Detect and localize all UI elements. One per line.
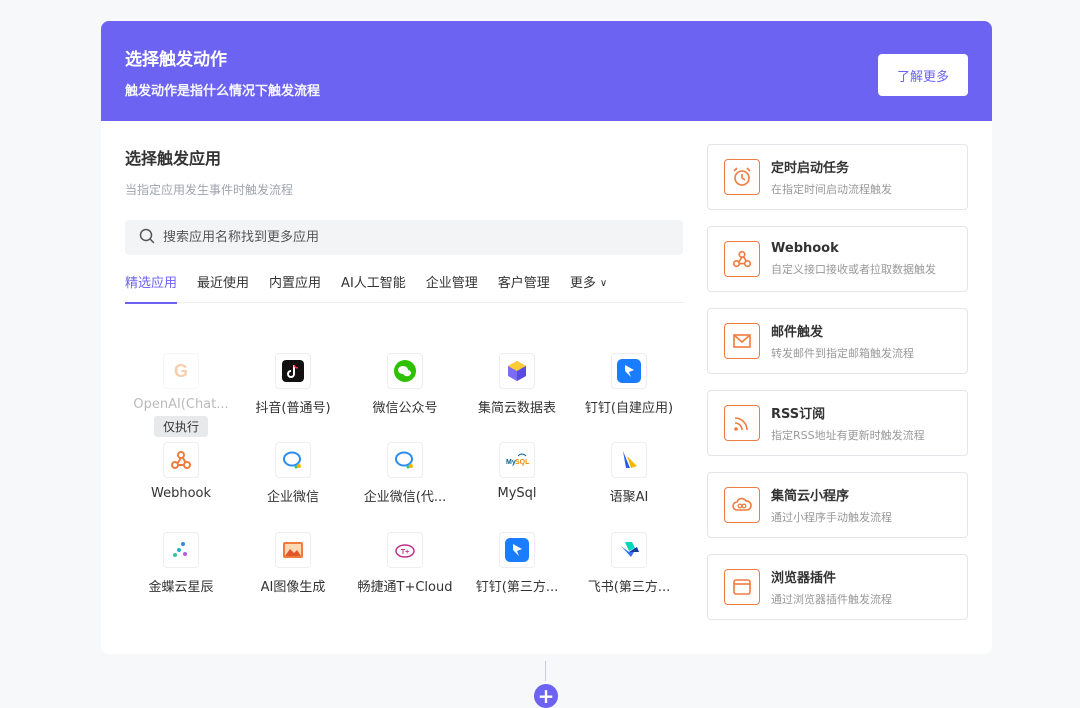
app-chanjet[interactable]: T+ 畅捷通T+Cloud: [349, 532, 461, 595]
banner-subtitle: 触发动作是指什么情况下触发流程: [125, 84, 321, 99]
dingtalk-icon: [499, 532, 535, 568]
yuju-ai-icon: [611, 442, 647, 478]
browser-icon: [724, 569, 760, 605]
app-ai-image[interactable]: AI图像生成: [237, 532, 349, 595]
app-wecom-agent[interactable]: 企业微信(代...: [349, 442, 461, 505]
tab-ai[interactable]: AI人工智能: [341, 273, 406, 303]
learn-more-button[interactable]: 了解更多: [878, 54, 968, 96]
trigger-email[interactable]: 邮件触发 转发邮件到指定邮箱触发流程: [707, 308, 968, 374]
banner: 选择触发动作 触发动作是指什么情况下触发流程 了解更多: [101, 21, 992, 121]
add-step-button[interactable]: +: [534, 684, 558, 708]
tab-featured[interactable]: 精选应用: [125, 273, 178, 304]
tab-recent[interactable]: 最近使用: [197, 273, 249, 303]
app-feishu-thirdparty[interactable]: 飞书(第三方...: [573, 532, 685, 595]
feishu-icon: [611, 532, 647, 568]
app-kingdee[interactable]: 金蝶云星辰: [125, 532, 237, 595]
chanjet-icon: T+: [387, 532, 423, 568]
builtin-triggers-panel: 定时启动任务 在指定时间启动流程触发 Webhook 自定义接口接收或者拉取数据…: [707, 144, 968, 636]
app-mysql[interactable]: My SQL MySql: [461, 442, 573, 501]
trigger-browser-extension[interactable]: 浏览器插件 通过浏览器插件触发流程: [707, 554, 968, 620]
trigger-mini-program[interactable]: 集简云小程序 通过小程序手动触发流程: [707, 472, 968, 538]
trigger-scheduled-task[interactable]: 定时启动任务 在指定时间启动流程触发: [707, 144, 968, 210]
cloud-icon: [724, 487, 760, 523]
mysql-icon: My SQL: [499, 442, 535, 478]
apps-section-title: 选择触发应用: [125, 149, 222, 168]
wechat-icon: [387, 353, 423, 389]
tab-customer[interactable]: 客户管理: [498, 273, 550, 303]
mail-icon: [724, 323, 760, 359]
svg-text:SQL: SQL: [515, 459, 530, 466]
wecom-icon: [275, 442, 311, 478]
openai-g-icon: G: [163, 353, 199, 389]
dingtalk-icon: [611, 353, 647, 389]
apps-panel: 选择触发应用 当指定应用发生事件时触发流程 精选应用 最近使用 内置应用 AI人…: [125, 145, 685, 595]
svg-text:G: G: [174, 361, 188, 381]
rss-icon: [724, 405, 760, 441]
tab-more[interactable]: 更多 ∨: [570, 273, 607, 303]
tab-builtin[interactable]: 内置应用: [269, 273, 321, 303]
app-jijianyun-table[interactable]: 集简云数据表: [461, 353, 573, 416]
app-dingtalk-selfbuilt[interactable]: 钉钉(自建应用): [573, 353, 685, 416]
douyin-icon: [275, 353, 311, 389]
kingdee-icon: [163, 532, 199, 568]
flow-connector-line: [545, 661, 546, 681]
plus-icon: +: [537, 684, 555, 708]
app-webhook[interactable]: Webhook: [125, 442, 237, 501]
app-category-tabs: 精选应用 最近使用 内置应用 AI人工智能 企业管理 客户管理 更多 ∨: [125, 273, 685, 304]
execute-only-badge: 仅执行: [153, 416, 208, 437]
chevron-down-icon: ∨: [599, 278, 608, 289]
webhook-icon: [163, 442, 199, 478]
trigger-webhook[interactable]: Webhook 自定义接口接收或者拉取数据触发: [707, 226, 968, 292]
trigger-selection-card: 选择触发动作 触发动作是指什么情况下触发流程 了解更多 选择触发应用 当指定应用…: [101, 21, 992, 654]
webhook-icon: [724, 241, 760, 277]
app-search-input[interactable]: [163, 230, 643, 245]
apps-section-subtitle: 当指定应用发生事件时触发流程: [125, 183, 294, 197]
app-search-box[interactable]: [125, 220, 683, 255]
trigger-rss[interactable]: RSS订阅 指定RSS地址有更新时触发流程: [707, 390, 968, 456]
app-yuju-ai[interactable]: 语聚AI: [573, 442, 685, 505]
wecom-icon: [387, 442, 423, 478]
app-wecom[interactable]: 企业微信: [237, 442, 349, 505]
svg-text:T+: T+: [401, 549, 409, 556]
search-icon: [139, 228, 155, 248]
app-wechat-official[interactable]: 微信公众号: [349, 353, 461, 416]
app-douyin[interactable]: 抖音(普通号): [237, 353, 349, 416]
banner-title: 选择触发动作: [125, 50, 227, 70]
app-openai[interactable]: G OpenAI(Chat... 仅执行: [125, 353, 237, 437]
ai-image-icon: [275, 532, 311, 568]
app-dingtalk-thirdparty[interactable]: 钉钉(第三方...: [461, 532, 573, 595]
jijianyun-table-icon: [499, 353, 535, 389]
tab-enterprise[interactable]: 企业管理: [426, 273, 478, 303]
alarm-clock-icon: [724, 159, 760, 195]
